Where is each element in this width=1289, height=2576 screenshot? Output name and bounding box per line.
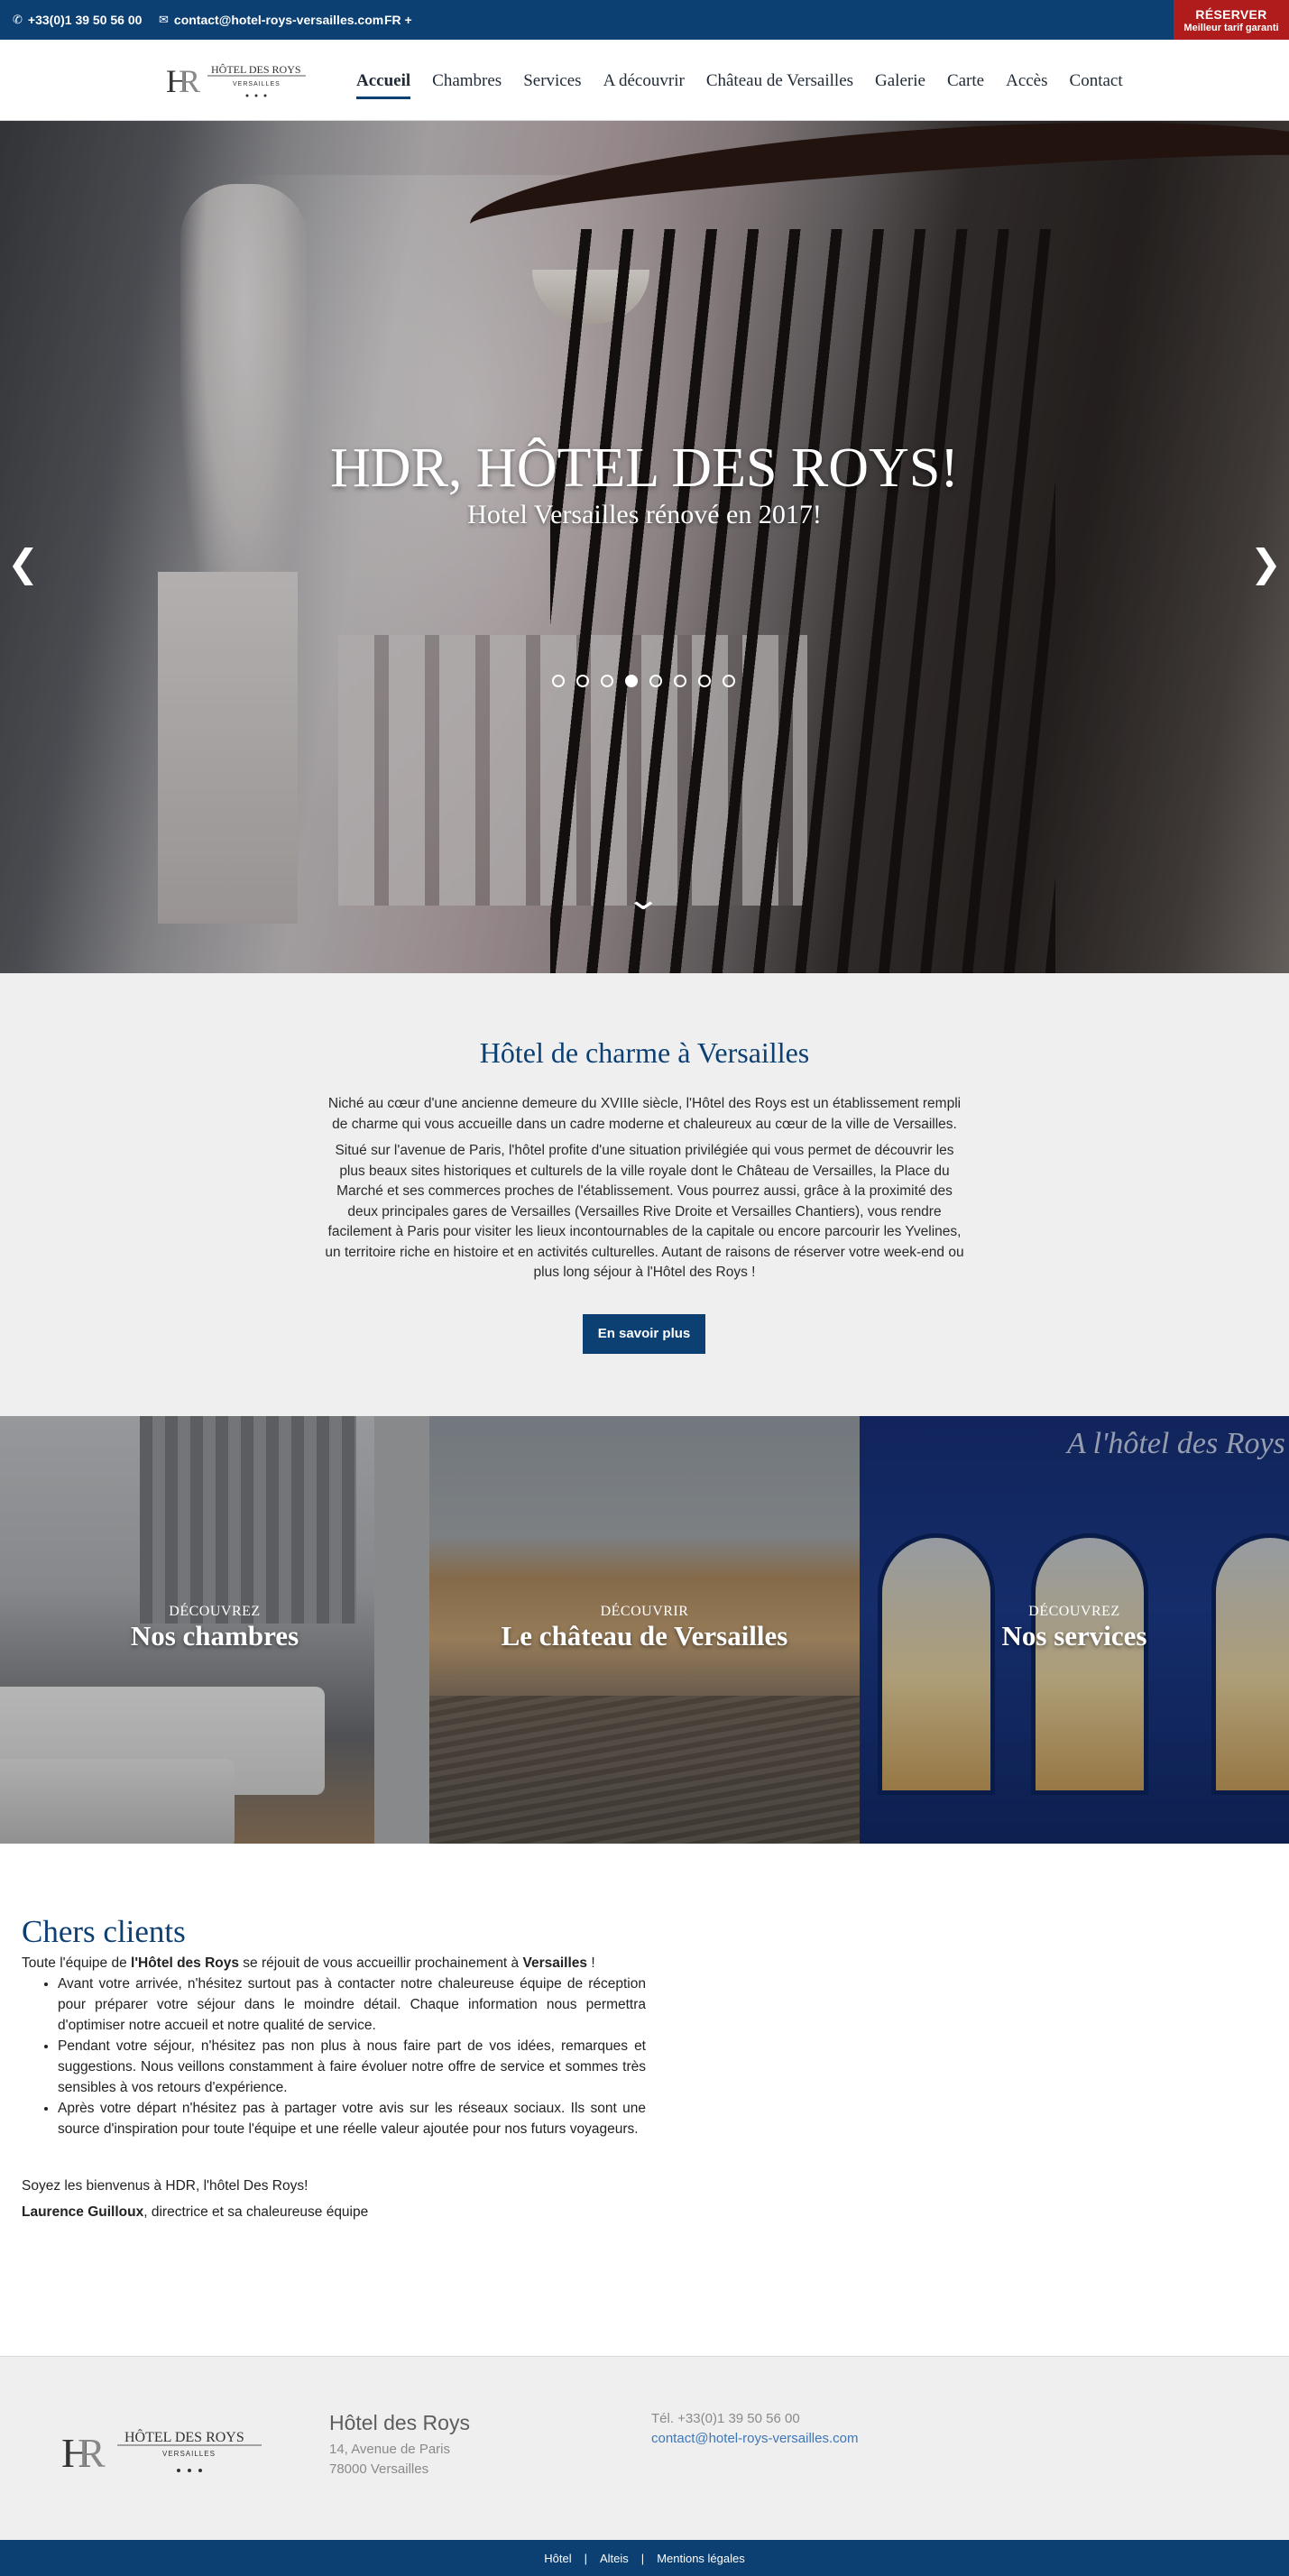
- hero-subtitle: Hotel Versailles rénové en 2017!: [467, 500, 822, 529]
- nav-item-contact[interactable]: Contact: [1070, 71, 1123, 99]
- phone-link[interactable]: ✆ +33(0)1 39 50 56 00: [13, 13, 142, 27]
- envelope-icon: ✉: [159, 13, 169, 26]
- clients-section: Chers clients Toute l'équipe de l'Hôtel …: [22, 1914, 646, 2222]
- slide-dot[interactable]: [698, 675, 711, 687]
- slide-dot[interactable]: [723, 675, 735, 687]
- reserve-button[interactable]: RÉSERVER Meilleur tarif garanti: [1174, 0, 1289, 40]
- hero-slider: HDR, HÔTEL DES ROYS! Hotel Versailles ré…: [0, 121, 1289, 973]
- intro-text: Niché au cœur d'une ancienne demeure du …: [325, 1096, 964, 1280]
- tile-rooms[interactable]: DÉCOUVREZ Nos chambres: [0, 1416, 429, 1844]
- svg-text:R: R: [179, 63, 200, 99]
- previous-slide-icon[interactable]: ❮: [7, 545, 39, 583]
- slide-dot[interactable]: [625, 675, 638, 687]
- slide-dot[interactable]: [674, 675, 686, 687]
- tile-services[interactable]: A l'hôtel des Roys DÉCOUVREZ Nos service…: [860, 1416, 1289, 1844]
- list-item: Avant votre arrivée, n'hésitez surtout p…: [58, 1973, 646, 2036]
- hotel-logo[interactable]: H R HÔTEL DES ROYS VERSAILLES: [166, 60, 306, 101]
- slide-dot[interactable]: [552, 675, 565, 687]
- nav-item-accueil[interactable]: Accueil: [356, 71, 411, 99]
- footer-link-hotel[interactable]: Hôtel: [544, 2552, 571, 2565]
- main-navigation: Accueil Chambres Services A découvrir Châtea…: [356, 71, 1123, 99]
- welcome-text: Soyez les bienvenus à HDR, l'hôtel Des R…: [22, 2178, 308, 2194]
- tile-chateau[interactable]: DÉCOUVRIR Le château de Versailles: [429, 1416, 860, 1844]
- clients-list: Avant votre arrivée, n'hésitez surtout p…: [58, 1973, 646, 2139]
- footer-links: Hôtel | Alteis | Mentions légales: [544, 2552, 745, 2565]
- svg-text:HÔTEL DES ROYS: HÔTEL DES ROYS: [211, 63, 301, 76]
- nav-item-galerie[interactable]: Galerie: [875, 71, 925, 99]
- slide-indicators: [552, 675, 735, 687]
- footer-link-alteis[interactable]: Alteis: [600, 2552, 629, 2565]
- bottom-bar: Hôtel | Alteis | Mentions légales: [0, 2540, 1289, 2576]
- list-item: Après votre départ n'hésitez pas à parta…: [58, 2098, 646, 2139]
- slide-dot[interactable]: [576, 675, 589, 687]
- nav-item-chambres[interactable]: Chambres: [432, 71, 502, 99]
- footer-link-legal[interactable]: Mentions légales: [657, 2552, 745, 2565]
- next-slide-icon[interactable]: ❯: [1250, 545, 1282, 583]
- discover-tiles: DÉCOUVREZ Nos chambres DÉCOUVRIR Le chât…: [0, 1416, 1289, 1844]
- svg-text:VERSAILLES: VERSAILLES: [233, 81, 281, 87]
- learn-more-button[interactable]: En savoir plus: [583, 1314, 705, 1354]
- slide-dot[interactable]: [601, 675, 613, 687]
- footer-phone[interactable]: Tél. +33(0)1 39 50 56 00: [651, 2411, 800, 2426]
- nav-item-ch-teau-de-versailles[interactable]: Château de Versailles: [706, 71, 853, 99]
- clients-title: Chers clients: [22, 1914, 186, 1949]
- footer-logo: H R HÔTEL DES ROYS VERSAILLES: [61, 2428, 262, 2476]
- svg-text:R: R: [78, 2430, 106, 2476]
- signature: Laurence Guilloux, directrice et sa chal…: [22, 2204, 369, 2220]
- language-selector[interactable]: FR +: [384, 13, 412, 27]
- svg-text:VERSAILLES: VERSAILLES: [162, 2450, 216, 2458]
- nav-item-a-d-couvrir[interactable]: A découvrir: [603, 71, 685, 99]
- footer-email-link[interactable]: contact@hotel-roys-versailles.com: [651, 2431, 858, 2446]
- email-link[interactable]: ✉ contact@hotel-roys-versailles.com: [159, 13, 383, 27]
- svg-text:HÔTEL DES ROYS: HÔTEL DES ROYS: [124, 2428, 244, 2445]
- footer-hotel-name: Hôtel des Roys: [329, 2411, 470, 2434]
- slide-dot[interactable]: [649, 675, 662, 687]
- nav-item-services[interactable]: Services: [523, 71, 581, 99]
- footer: H R HÔTEL DES ROYS VERSAILLES Hôtel des …: [0, 2356, 1289, 2540]
- main-header: H R HÔTEL DES ROYS VERSAILLES Accueil Cha…: [0, 40, 1289, 121]
- nav-item-carte[interactable]: Carte: [947, 71, 984, 99]
- footer-address: 14, Avenue de Paris 78000 Versailles: [329, 2442, 450, 2477]
- phone-icon: ✆: [13, 13, 23, 26]
- intro-section: Hôtel de charme à Versailles Niché au cœ…: [0, 973, 1289, 1416]
- scroll-down-icon[interactable]: ⌄: [625, 884, 661, 915]
- hero-title: HDR, HÔTEL DES ROYS!: [330, 437, 959, 499]
- clients-intro: Toute l'équipe de l'Hôtel des Roys se ré…: [22, 1955, 595, 1971]
- list-item: Pendant votre séjour, n'hésitez pas non …: [58, 2036, 646, 2098]
- nav-item-acc-s[interactable]: Accès: [1006, 71, 1047, 99]
- intro-title: Hôtel de charme à Versailles: [479, 1036, 810, 1069]
- top-contact-bar: ✆ +33(0)1 39 50 56 00 ✉ contact@hotel-ro…: [0, 0, 1289, 40]
